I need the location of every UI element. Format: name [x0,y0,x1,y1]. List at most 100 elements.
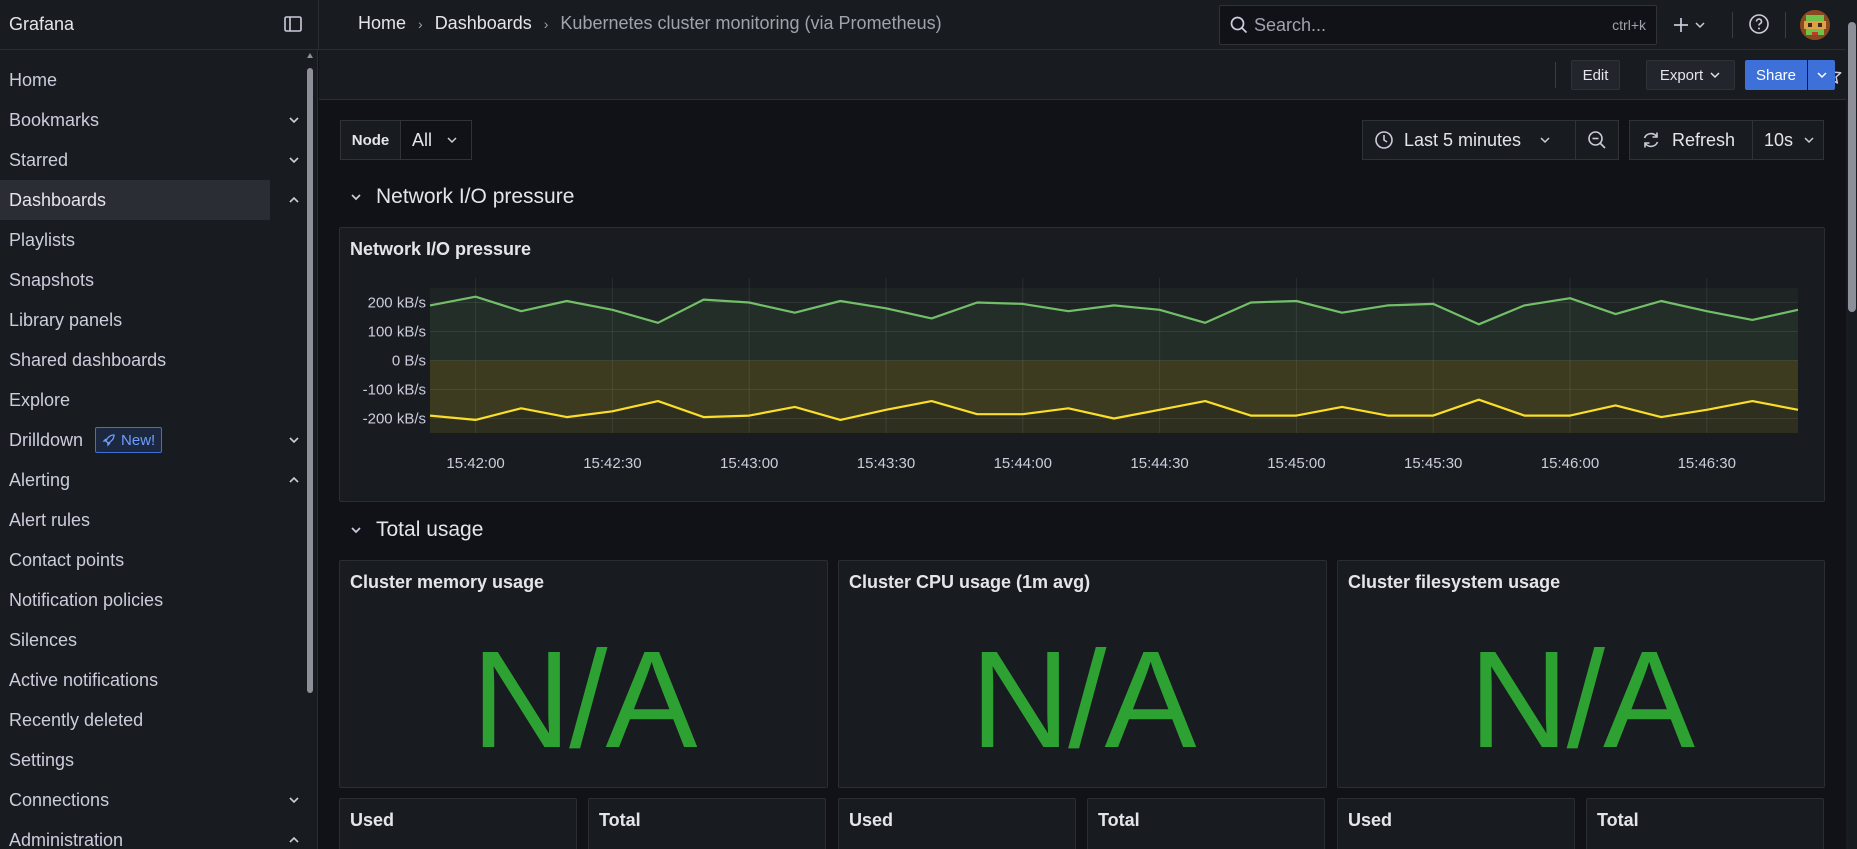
y-tick-label: 100 kB/s [368,324,426,341]
edit-button[interactable]: Edit [1571,60,1620,90]
sidebar-item-connections[interactable]: Connections [0,780,299,820]
sidebar-item-shared-dashboards[interactable]: Shared dashboards [0,340,270,380]
sidebar-item-explore[interactable]: Explore [0,380,270,420]
sidebar-item-recently-deleted[interactable]: Recently deleted [0,700,270,740]
scroll-up-arrow-icon[interactable] [306,52,314,60]
chevron-down-icon[interactable] [286,792,302,808]
panel-title: Total [1098,810,1140,830]
panel-title: Cluster CPU usage (1m avg) [849,572,1091,592]
sidebar-item-label: Home [9,69,58,90]
sidebar-item-alerting[interactable]: Alerting [0,460,299,500]
share-button[interactable]: Share [1745,60,1807,90]
time-range-label: Last 5 minutes [1404,129,1522,150]
search-input[interactable] [1254,14,1574,36]
sidebar-item-label: Bookmarks [9,109,100,130]
top-bar: Grafana Home › Dashboards › Kubernetes c… [0,0,1857,50]
sidebar-item-dashboards[interactable]: Dashboards [0,180,299,220]
y-tick-label: -100 kB/s [363,382,426,399]
sidebar-item-library-panels[interactable]: Library panels [0,300,270,340]
refresh-label: Refresh [1672,129,1736,150]
chevron-down-icon[interactable] [286,432,302,448]
chevron-down-icon [1695,22,1705,29]
sidebar-item-label: Drilldown [9,429,84,450]
panel-filesystem-total[interactable]: Total [1586,798,1824,849]
panel-title: Total [1597,810,1639,830]
sidebar-item-label: Administration [9,829,124,849]
sidebar-item-silences[interactable]: Silences [0,620,270,660]
sidebar-item-alert-rules[interactable]: Alert rules [0,500,270,540]
chevron-up-icon[interactable] [286,472,302,488]
avatar[interactable] [1800,10,1830,40]
sidebar-nav: Home Bookmarks Starred Dashboards Playli… [0,50,318,849]
panel-filesystem-used[interactable]: Used [1337,798,1575,849]
panel-memory-used[interactable]: Used [339,798,577,849]
export-button[interactable]: Export [1646,60,1735,90]
panel-network-io[interactable]: Network I/O pressure 200 kB/s 100 kB/s 0 B… [339,227,1825,502]
sidebar-item-label: Dashboards [9,189,107,210]
row-title: Total usage [376,518,484,541]
time-range-button[interactable]: Last 5 minutes [1363,121,1576,159]
chevron-up-icon[interactable] [286,832,302,848]
x-tick-label: 15:43:00 [720,455,778,472]
search-box[interactable]: ctrl+k [1219,5,1657,45]
sidebar-item-home[interactable]: Home [0,60,270,100]
sidebar-item-label: Active notifications [9,669,159,690]
sidebar-item-snapshots[interactable]: Snapshots [0,260,270,300]
chevron-up-icon[interactable] [286,192,302,208]
row-title: Network I/O pressure [376,185,575,208]
panel-cluster-cpu[interactable]: Cluster CPU usage (1m avg) N/A [838,560,1327,788]
new-badge-label: New! [121,431,156,449]
sidebar-item-notification-policies[interactable]: Notification policies [0,580,270,620]
share-menu-button[interactable] [1808,60,1835,90]
refresh-button[interactable]: Refresh [1630,121,1753,159]
chevron-down-icon [351,194,361,201]
chevron-down-icon [351,527,361,534]
panel-cpu-used[interactable]: Used [838,798,1076,849]
chevron-right-icon: › [543,15,549,32]
time-range-picker: Last 5 minutes [1362,120,1619,160]
chevron-down-icon [1804,137,1814,144]
help-icon[interactable] [1747,12,1771,39]
sidebar-item-active-notifications[interactable]: Active notifications [0,660,270,700]
panel-cluster-filesystem[interactable]: Cluster filesystem usage N/A [1337,560,1825,788]
sidebar-scrollbar[interactable] [307,68,313,693]
stat-value: N/A [471,623,697,777]
sidebar-item-bookmarks[interactable]: Bookmarks [0,100,299,140]
sidebar-item-settings[interactable]: Settings [0,740,270,780]
search-shortcut: ctrl+k [1612,17,1646,33]
sidebar-item-drilldown[interactable]: Drilldown New! [0,420,299,460]
sidebar-item-contact-points[interactable]: Contact points [0,540,270,580]
panel-cpu-total[interactable]: Total [1087,798,1325,849]
chevron-down-icon[interactable] [286,112,302,128]
panel-cluster-memory[interactable]: Cluster memory usage N/A [339,560,828,788]
page-scrollbar[interactable] [1848,22,1856,312]
variable-node-select[interactable]: All [400,120,472,160]
sidebar-item-administration[interactable]: Administration [0,820,299,849]
new-menu-button[interactable] [1672,12,1712,38]
sidebar-item-label: Notification policies [9,589,164,610]
stat-value: N/A [970,623,1196,777]
stat-value: N/A [1468,623,1695,777]
x-tick-label: 15:45:00 [1267,455,1325,472]
zoom-out-icon [1588,131,1606,149]
row-header-network[interactable]: Network I/O pressure [350,185,574,209]
sidebar-item-playlists[interactable]: Playlists [0,220,270,260]
breadcrumb-dashboards[interactable]: Dashboards [435,13,532,34]
y-tick-label: 0 B/s [392,353,426,370]
panel-memory-total[interactable]: Total [588,798,826,849]
x-tick-label: 15:43:30 [857,455,915,472]
breadcrumb-home[interactable]: Home [358,13,406,34]
chevron-down-icon[interactable] [286,152,302,168]
dock-menu-icon[interactable] [283,14,303,34]
sidebar-item-label: Settings [9,749,75,770]
panel-title: Cluster filesystem usage [1348,572,1561,592]
sidebar-item-label: Recently deleted [9,709,144,730]
plus-icon [1674,18,1688,32]
refresh-interval-value: 10s [1764,129,1794,150]
sidebar-item-label: Connections [9,789,110,810]
refresh-interval-select[interactable]: 10s [1753,121,1815,159]
zoom-out-button[interactable] [1576,121,1618,159]
row-header-total[interactable]: Total usage [350,518,483,542]
brand-title[interactable]: Grafana [9,14,74,35]
sidebar-item-starred[interactable]: Starred [0,140,299,180]
